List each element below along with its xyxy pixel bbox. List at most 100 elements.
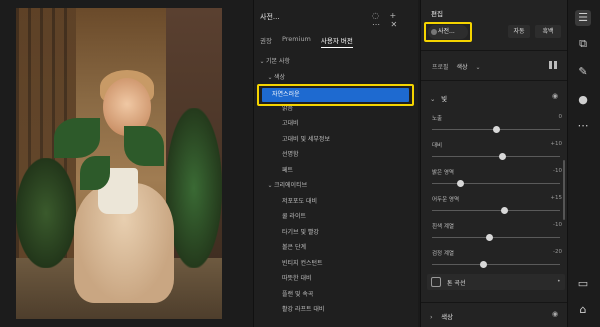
eye-icon[interactable]: ◉: [552, 310, 558, 318]
chevron-down-icon: ⌄: [267, 73, 273, 81]
preset-tree-label: 크리에이티브: [274, 182, 308, 189]
presets-tabs: 권장 Premium 사용자 버전: [260, 35, 353, 48]
preset-tree-item[interactable]: 플랜 및 속곡: [254, 288, 419, 301]
chevron-down-icon: ⌄: [475, 64, 481, 71]
slider-label: 어두운 영역: [432, 197, 460, 203]
preset-tree-item[interactable]: 페트: [254, 164, 419, 177]
slider-track[interactable]: [432, 156, 560, 157]
edit-scrollbar[interactable]: [563, 160, 565, 220]
slider-label: 밝은 영역: [432, 170, 454, 176]
preset-tree-item[interactable]: 볼은 단계: [254, 241, 419, 254]
preset-tree-label: 저포포도 대비: [282, 197, 318, 205]
slider-knob[interactable]: [456, 180, 464, 187]
slider-knob[interactable]: [498, 153, 506, 160]
preset-tree-item[interactable]: ⌄색상: [254, 71, 419, 84]
slider-label: 노출: [432, 116, 443, 122]
presets-button-label: 사전...: [438, 28, 455, 35]
sliders-icon[interactable]: ☰: [575, 10, 591, 26]
chevron-down-icon: ⌄: [430, 95, 436, 103]
presets-panel: 사전... ◌ + ⋯ ✕ 권장 Premium 사용자 버전 ⌄기본 사항 ⌄색…: [253, 0, 418, 327]
preset-dot-icon: [431, 29, 437, 35]
presets-header-icons[interactable]: ◌ + ⋯ ✕: [372, 11, 418, 29]
preset-tree-label: 쿨 라이트: [282, 213, 306, 220]
crop-icon[interactable]: ⧉: [575, 36, 591, 52]
divider: [421, 80, 567, 81]
preset-tree-item[interactable]: 빈티지 컨스턴트: [254, 257, 419, 270]
tab-premium[interactable]: Premium: [282, 35, 311, 48]
preset-tree-item[interactable]: 고대비 및 세부정보: [254, 133, 419, 146]
preset-tree-item[interactable]: 쿨 라이트: [254, 210, 419, 223]
color-section-label: 색상: [441, 313, 454, 321]
profile-browser-icon[interactable]: [549, 61, 557, 69]
photo-leaf: [54, 118, 100, 158]
selected-preset-row[interactable]: 자연스러운: [262, 88, 409, 102]
preset-tree-item[interactable]: 저포포도 대비: [254, 195, 419, 208]
preset-tree-item[interactable]: 활강 라프트 대비: [254, 303, 419, 316]
preset-tree-item[interactable]: 따뜻한 대비: [254, 272, 419, 285]
chevron-down-icon: ⌄: [259, 58, 265, 65]
preset-tree-item[interactable]: 타기브 및 빨강: [254, 226, 419, 239]
preset-tree-label: 고대비 및 세부정보: [282, 135, 330, 143]
preset-tree-item[interactable]: 선명함: [254, 148, 419, 161]
tab-user-presets[interactable]: 사용자 버전: [320, 35, 353, 48]
slider-knob[interactable]: [479, 261, 487, 268]
color-section-header[interactable]: › 색상: [430, 311, 453, 321]
presets-button[interactable]: 사전...: [428, 25, 468, 39]
photo-leaf: [124, 126, 164, 166]
preset-tree-label: 기본 사항: [266, 58, 290, 65]
photo-panel: [0, 0, 253, 327]
healing-icon[interactable]: ✎: [575, 64, 591, 80]
profile-value: 색상: [456, 64, 468, 71]
preset-tree-label: 타기브 및 빨강: [282, 228, 319, 236]
light-section-header[interactable]: ⌄ 빛: [430, 93, 447, 103]
preset-tree-label: 플랜 및 속곡: [282, 290, 314, 298]
preset-tree-label: 활강 라프트 대비: [282, 306, 325, 313]
divider: [421, 302, 567, 303]
tone-curve-indicator: •: [557, 278, 561, 285]
slider-track[interactable]: [432, 237, 560, 238]
edit-title: 편집: [431, 10, 443, 18]
preset-tree-label: 볼은 단계: [282, 244, 306, 251]
slider-value[interactable]: -20: [548, 249, 562, 255]
slider-value[interactable]: +10: [548, 141, 562, 147]
more-icon[interactable]: ⋯: [575, 118, 591, 134]
black-white-button[interactable]: 흑백: [535, 25, 561, 38]
tone-curve-label: 톤 곡선: [447, 280, 466, 287]
slider-value[interactable]: 0: [548, 114, 563, 120]
light-section-label: 빛: [441, 95, 448, 103]
slider-label: 검정 계열: [432, 251, 454, 257]
preset-tree-label: 선명함: [282, 151, 299, 158]
preset-tree-item[interactable]: ⌄기본 사항: [254, 55, 419, 68]
preset-tree-item[interactable]: ⌄크리에이티브: [254, 179, 419, 192]
slider-knob[interactable]: [492, 126, 500, 133]
preset-tree-label: 고대비: [282, 120, 299, 127]
profile-label: 프로필: [432, 64, 449, 71]
slider-value[interactable]: +15: [548, 195, 562, 201]
slider-value[interactable]: -10: [548, 222, 562, 228]
tab-recommended[interactable]: 권장: [260, 35, 272, 48]
profile-row[interactable]: 프로필 색상 ⌄: [432, 62, 480, 71]
photo-plant-right: [166, 108, 222, 268]
photo-canvas[interactable]: [16, 8, 222, 319]
tone-curve-icon: [431, 277, 441, 287]
divider: [421, 50, 567, 51]
slider-track[interactable]: [432, 210, 560, 211]
preset-tree-label: 따뜻한 대비: [282, 275, 312, 282]
chevron-down-icon: ⌄: [267, 182, 273, 189]
chevron-right-icon: ›: [430, 313, 433, 321]
tag-icon[interactable]: ⌂: [575, 302, 591, 318]
slider-label: 대비: [432, 143, 443, 149]
auto-button[interactable]: 자동: [508, 25, 530, 38]
slider-label: 흰색 계열: [432, 224, 454, 230]
presets-title: 사전...: [260, 13, 280, 21]
eye-icon[interactable]: ◉: [552, 92, 558, 100]
slider-track[interactable]: [432, 183, 560, 184]
preset-tree-label: 색상: [274, 73, 286, 81]
slider-track[interactable]: [432, 264, 560, 265]
preset-tree-item[interactable]: 고대비: [254, 117, 419, 130]
slider-value[interactable]: -10: [548, 168, 562, 174]
preset-tree-label: 빈티지 컨스턴트: [282, 259, 323, 267]
mask-icon[interactable]: ●: [575, 92, 591, 108]
photo-plant-left: [16, 158, 76, 268]
comment-icon[interactable]: ▭: [575, 276, 591, 292]
